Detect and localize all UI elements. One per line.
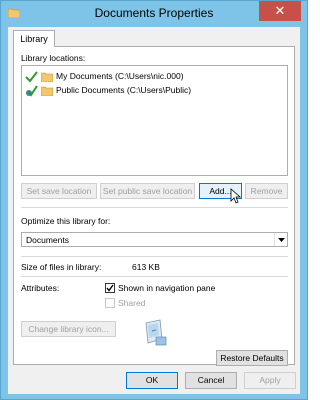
tab-library[interactable]: Library (13, 30, 55, 47)
set-save-location-button[interactable]: Set save location (21, 183, 97, 199)
library-icon (142, 317, 170, 347)
folder-icon (40, 86, 54, 97)
ok-button[interactable]: OK (126, 372, 178, 389)
check-icon (25, 71, 38, 83)
title-bar[interactable]: Documents Properties ✕ (1, 1, 307, 27)
properties-window: Documents Properties ✕ Library Library l… (0, 0, 308, 400)
optimize-selected-value: Documents (26, 235, 69, 245)
shown-in-nav-checkbox[interactable] (105, 283, 115, 293)
location-path: My Documents (C:\Users\nic.000) (56, 71, 184, 81)
shown-in-nav-label: Shown in navigation pane (118, 283, 216, 293)
shared-checkbox[interactable] (105, 298, 115, 308)
divider (21, 256, 288, 257)
chevron-down-icon (274, 233, 287, 246)
attributes-label: Attributes: (21, 283, 60, 293)
shared-label: Shared (118, 298, 146, 308)
close-button[interactable]: ✕ (259, 1, 301, 21)
library-tab-panel: Library locations: My Documents (C:\User… (13, 46, 295, 366)
library-locations-list[interactable]: My Documents (C:\Users\nic.000) Public D… (21, 65, 288, 176)
close-icon: ✕ (274, 3, 286, 18)
dialog-body: Library Library locations: My Documents … (8, 27, 300, 394)
size-label: Size of files in library: (21, 262, 102, 272)
apply-button[interactable]: Apply (244, 372, 296, 389)
restore-defaults-button[interactable]: Restore Defaults (216, 350, 288, 366)
folder-icon (40, 72, 54, 83)
mouse-pointer-icon (230, 188, 242, 204)
library-locations-label: Library locations: (21, 53, 86, 63)
list-item[interactable]: My Documents (C:\Users\nic.000) (25, 70, 275, 83)
divider (21, 207, 288, 208)
change-library-icon-button[interactable]: Change library icon... (21, 321, 116, 337)
size-value: 613 KB (132, 262, 160, 272)
cancel-button[interactable]: Cancel (185, 372, 237, 389)
optimize-label: Optimize this library for: (21, 216, 111, 226)
public-save-check-icon (25, 85, 38, 97)
remove-location-button[interactable]: Remove (245, 183, 288, 199)
location-path: Public Documents (C:\Users\Public) (56, 85, 192, 95)
set-public-save-location-button[interactable]: Set public save location (100, 183, 195, 199)
list-item[interactable]: Public Documents (C:\Users\Public) (25, 84, 275, 97)
optimize-dropdown[interactable]: Documents (21, 232, 288, 247)
divider (21, 276, 288, 277)
